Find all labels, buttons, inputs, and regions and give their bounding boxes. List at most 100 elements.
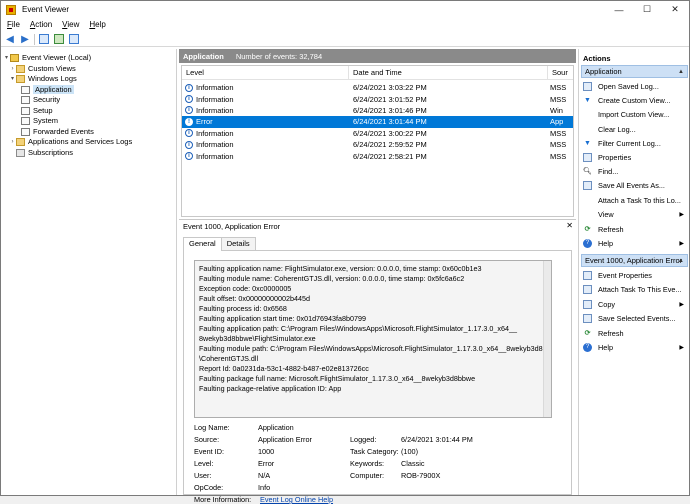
action-attach-task-to-log[interactable]: Attach a Task To this Lo... — [583, 194, 688, 206]
table-row[interactable]: i Information 6/24/2021 3:01:52 PM MSS — [182, 93, 573, 104]
action-label: Properties — [598, 152, 632, 162]
close-button[interactable]: ✕ — [661, 1, 689, 18]
tree-label: Application — [33, 85, 74, 94]
collapse-section-icon[interactable]: ▲ — [678, 69, 684, 75]
tree-item-event-viewer-local[interactable]: ▾ Event Viewer (Local) — [3, 52, 91, 63]
action-save-all-events[interactable]: Save All Events As... — [583, 179, 688, 191]
row-source: MSS — [550, 83, 567, 93]
back-arrow-icon[interactable]: ◀ — [4, 33, 16, 45]
help-icon: ? — [583, 238, 592, 248]
tree-label: Applications and Services Logs — [28, 137, 133, 146]
expand-arrow-icon[interactable]: ▾ — [3, 54, 10, 61]
action-label: Save All Events As... — [598, 180, 665, 190]
table-row[interactable]: i Information 6/24/2021 3:00:22 PM MSS — [182, 128, 573, 139]
tab-details[interactable]: Details — [220, 237, 256, 250]
tree-item-subscriptions[interactable]: Subscriptions — [16, 147, 73, 158]
row-source: MSS — [550, 128, 567, 138]
expand-arrow-icon[interactable]: › — [9, 139, 16, 145]
table-row[interactable]: i Information 6/24/2021 2:59:52 PM MSS — [182, 139, 573, 150]
table-row[interactable]: i Information 6/24/2021 3:03:22 PM MSS — [182, 82, 573, 93]
log-name-value: Application — [258, 423, 294, 432]
action-label: Attach a Task To this Lo... — [598, 195, 681, 205]
description-line: Fault offset: 0x00000000002b445d — [199, 294, 310, 303]
event-viewer-app-icon — [6, 4, 16, 15]
show-hide-tree-icon[interactable] — [38, 33, 50, 45]
help-book-icon[interactable] — [53, 33, 65, 45]
task-icon — [583, 284, 592, 294]
action-copy[interactable]: Copy ▶ — [583, 298, 688, 310]
collapse-section-icon[interactable]: ▲ — [678, 258, 684, 264]
tree-item-applications-and-services-logs[interactable]: › Applications and Services Logs — [9, 136, 133, 147]
action-filter-current-log[interactable]: ▼ Filter Current Log... — [583, 137, 688, 149]
action-import-custom-view[interactable]: Import Custom View... — [583, 108, 688, 120]
row-date: 6/24/2021 3:03:22 PM — [353, 83, 427, 93]
minimize-button[interactable]: — — [605, 1, 633, 18]
column-header-level[interactable]: Level — [182, 66, 349, 80]
action-help[interactable]: ? Help ▶ — [583, 237, 688, 249]
tree-item-windows-logs[interactable]: ▾ Windows Logs — [9, 73, 77, 84]
column-header-source[interactable]: Sour — [548, 66, 573, 80]
row-source: MSS — [550, 140, 567, 150]
action-attach-task-to-event[interactable]: Attach Task To This Eve... — [583, 283, 688, 295]
description-line: Faulting package full name: Microsoft.Fl… — [199, 374, 476, 383]
action-save-selected-events[interactable]: Save Selected Events... — [583, 312, 688, 324]
actions-section-application[interactable]: Application ▲ — [581, 65, 688, 78]
expand-arrow-icon[interactable]: › — [9, 66, 16, 72]
action-open-saved-log[interactable]: Open Saved Log... — [583, 80, 688, 92]
logged-label: Logged: — [350, 435, 377, 444]
save-icon — [583, 180, 592, 190]
action-label: Save Selected Events... — [598, 313, 676, 323]
action-label: View — [598, 209, 614, 219]
description-line: Report Id: 0a0231da-53c1-4882-b487-e02e8… — [199, 364, 369, 373]
event-log-online-help-link[interactable]: Event Log Online Help — [260, 495, 333, 504]
tree-item-system[interactable]: System — [21, 115, 58, 126]
event-detail-title: Event 1000, Application Error — [183, 222, 281, 231]
find-icon: 🔍︎ — [583, 168, 592, 175]
description-scrollbar[interactable] — [543, 261, 551, 417]
event-description-box[interactable]: Faulting application name: FlightSimulat… — [194, 260, 552, 418]
close-detail-icon[interactable]: ✕ — [566, 221, 573, 230]
table-row[interactable]: i Information 6/24/2021 3:01:46 PM Win — [182, 105, 573, 116]
action-label: Refresh — [598, 224, 624, 234]
action-event-properties[interactable]: Event Properties — [583, 269, 688, 281]
event-id-value: 1000 — [258, 447, 275, 456]
description-line: \CoherentGTJS.dll — [199, 354, 259, 363]
computer-value: ROB-7900X — [401, 471, 441, 480]
log-icon — [21, 127, 30, 136]
properties-icon — [583, 152, 592, 162]
title-bar: Event Viewer — ☐ ✕ — [1, 1, 689, 18]
tree-label: Subscriptions — [28, 148, 74, 157]
action-help-event[interactable]: ? Help ▶ — [583, 341, 688, 353]
actions-section-event[interactable]: Event 1000, Application Error ▲ — [581, 254, 688, 267]
menu-action[interactable]: Action — [30, 20, 52, 29]
menu-view[interactable]: View — [62, 20, 79, 29]
action-find[interactable]: 🔍︎ Find... — [583, 165, 688, 177]
action-refresh[interactable]: ⟳ Refresh — [583, 223, 688, 235]
tab-general[interactable]: General — [183, 237, 222, 251]
tree-item-security[interactable]: Security — [21, 94, 60, 105]
table-row[interactable]: i Information 6/24/2021 2:58:21 PM MSS — [182, 150, 573, 161]
keywords-label: Keywords: — [350, 459, 385, 468]
action-create-custom-view[interactable]: ▼ Create Custom View... — [583, 94, 688, 106]
row-level: Information — [196, 94, 234, 104]
column-header-date[interactable]: Date and Time — [349, 66, 548, 80]
toolbar-divider — [34, 33, 35, 45]
show-hide-action-pane-icon[interactable] — [68, 33, 80, 45]
menu-file[interactable]: File — [7, 20, 20, 29]
action-view[interactable]: View ▶ — [583, 208, 688, 220]
general-tab-panel: Faulting application name: FlightSimulat… — [183, 250, 572, 504]
action-properties[interactable]: Properties — [583, 151, 688, 163]
maximize-button[interactable]: ☐ — [633, 1, 661, 18]
row-date: 6/24/2021 3:01:52 PM — [353, 94, 427, 104]
forward-arrow-icon[interactable]: ▶ — [19, 33, 31, 45]
table-row-selected[interactable]: ! Error 6/24/2021 3:01:44 PM App — [182, 116, 573, 128]
collapse-arrow-icon[interactable]: ▾ — [9, 75, 16, 82]
menu-help[interactable]: Help — [89, 20, 105, 29]
refresh-icon: ⟳ — [584, 330, 591, 337]
filter-icon: ▼ — [584, 139, 591, 147]
action-clear-log[interactable]: Clear Log... — [583, 123, 688, 135]
log-title: Application — [183, 51, 224, 61]
actions-header: Actions — [583, 53, 611, 63]
action-refresh-event[interactable]: ⟳ Refresh — [583, 327, 688, 339]
description-line: Faulting process id: 0x6568 — [199, 304, 287, 313]
